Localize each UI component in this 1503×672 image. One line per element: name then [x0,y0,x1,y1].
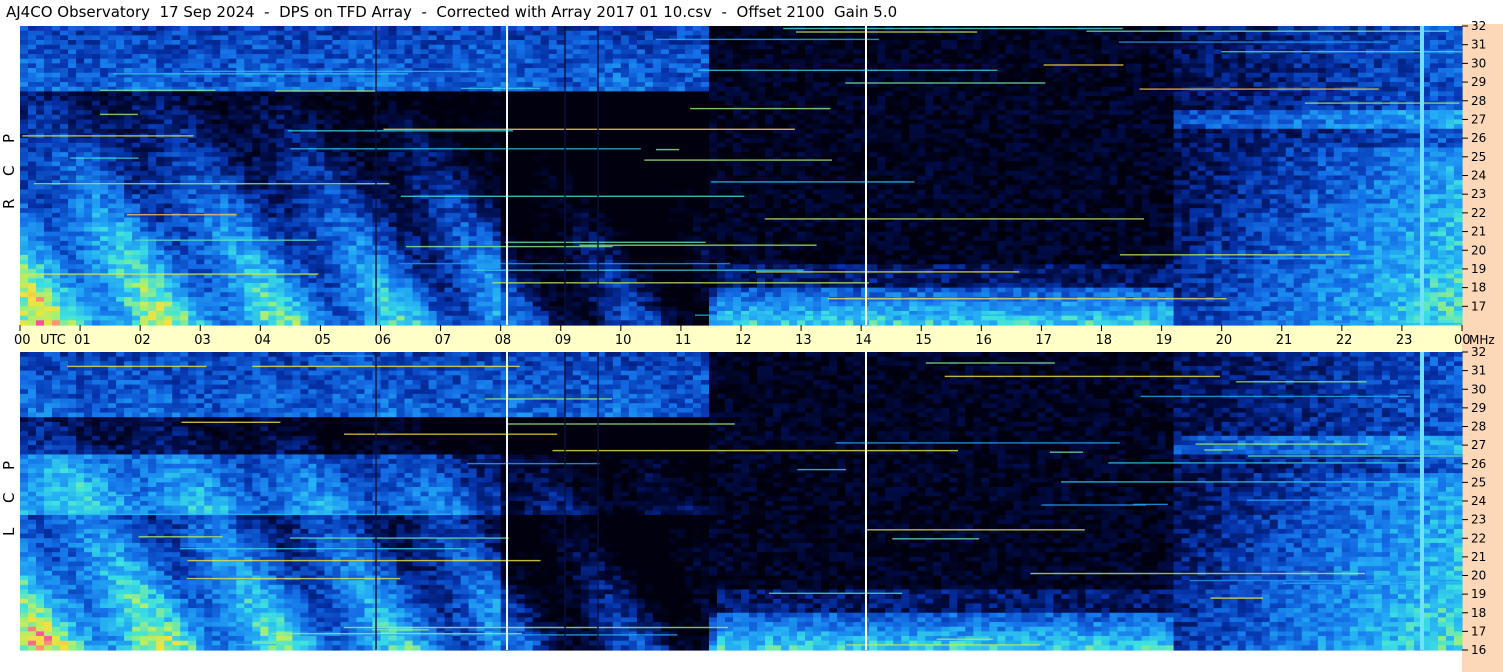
polarization-letter: L [0,527,18,536]
time-tick-label: 10 [615,333,632,348]
freq-tick-label: 31 [1471,364,1486,378]
time-tick-label: 16 [975,333,992,348]
freq-tick-label: 17 [1471,299,1486,313]
time-tick-label: 06 [375,333,392,348]
time-tick-label: 22 [1336,333,1353,348]
freq-tick-label: 32 [1471,19,1486,33]
polarization-letter: C [0,493,18,503]
freq-tick-label: 30 [1471,56,1486,70]
freq-tick-label: 23 [1471,187,1486,201]
freq-tick-label: 26 [1471,131,1486,145]
time-tick-label: 00 [14,333,31,348]
freq-tick-label: 16 [1471,643,1486,657]
freq-tick-label: 19 [1471,587,1486,601]
freq-tick-label: 29 [1471,401,1486,415]
time-tick-label: 02 [134,333,151,348]
freq-tick-label: 22 [1471,531,1486,545]
freq-tick-label: 18 [1471,281,1486,295]
freq-tick-label: 18 [1471,606,1486,620]
freq-tick-label: 32 [1471,345,1486,359]
freq-tick-label: 24 [1471,169,1486,183]
time-tick-label: 15 [915,333,932,348]
spectrogram-chart: 00 01 02 03 04 05 06 07 08 09 10 11 12 13 14 15 16 17 18 19… [0,19,1503,672]
time-tick-label: 12 [735,333,752,348]
time-tick-label: 04 [254,333,271,348]
time-tick-label: 08 [495,333,512,348]
polarization-letter: R [0,199,18,209]
time-tick-label: 20 [1216,333,1233,348]
utc-label: UTC [40,333,66,348]
rcp-spectrogram [20,26,1463,326]
freq-tick-label: 30 [1471,382,1486,396]
time-tick-label: 18 [1096,333,1113,348]
freq-tick-label: 28 [1471,94,1486,108]
freq-tick-label: 27 [1471,112,1486,126]
freq-tick-label: 19 [1471,262,1486,276]
time-tick-label: 01 [74,333,91,348]
time-tick-label: 14 [855,333,872,348]
time-tick-label: 03 [194,333,211,348]
freq-tick-label: 20 [1471,243,1486,257]
time-tick-label: 11 [675,333,692,348]
freq-tick-label: 21 [1471,225,1486,239]
lcp-spectrogram [20,352,1463,651]
freq-tick-label: 28 [1471,420,1486,434]
freq-tick-label: 25 [1471,475,1486,489]
polarization-letter: C [0,166,18,176]
freq-tick-label: 24 [1471,494,1486,508]
freq-tick-label: 31 [1471,38,1486,52]
freq-tick-label: 25 [1471,150,1486,164]
freq-tick-label: 22 [1471,206,1486,220]
time-tick-label: 13 [795,333,812,348]
freq-tick-label: 20 [1471,569,1486,583]
freq-tick-label: 27 [1471,438,1486,452]
polarization-letter: P [0,461,18,470]
freq-tick-label: 17 [1471,624,1486,638]
freq-tick-label: 26 [1471,457,1486,471]
polarization-letter: P [0,134,18,143]
time-tick-label: 19 [1156,333,1173,348]
freq-tick-label: 23 [1471,513,1486,527]
time-tick-label: 21 [1276,333,1293,348]
time-tick-label: 07 [435,333,452,348]
time-tick-label: 17 [1035,333,1052,348]
time-tick-label: 23 [1396,333,1413,348]
time-tick-label: 05 [314,333,331,348]
freq-tick-label: 29 [1471,75,1486,89]
freq-tick-label: 21 [1471,550,1486,564]
time-tick-label: 09 [555,333,572,348]
